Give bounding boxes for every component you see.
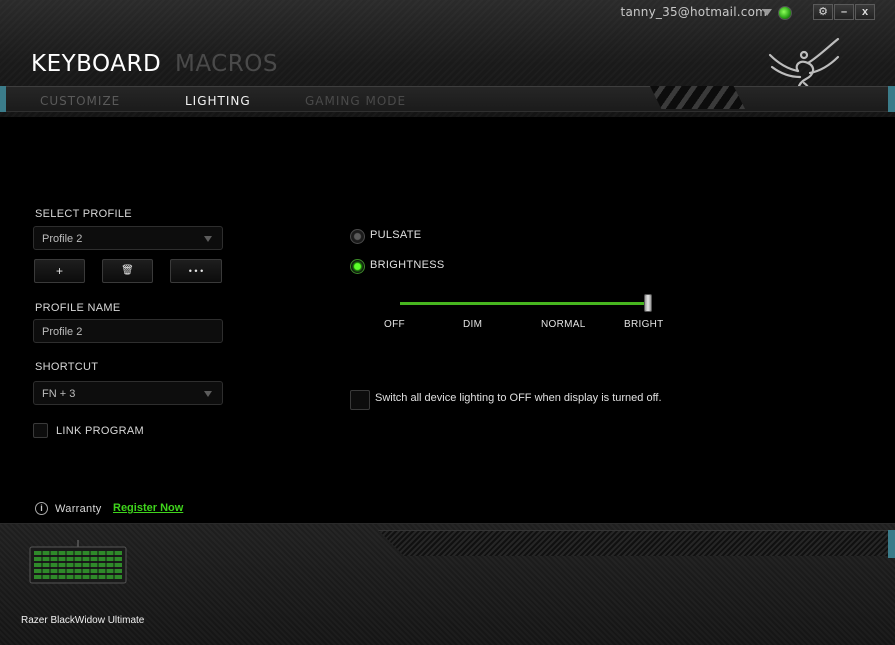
- info-icon: i: [35, 502, 48, 515]
- display-off-checkbox[interactable]: [350, 390, 370, 410]
- pulsate-label: PULSATE: [370, 229, 422, 241]
- profile-name-input[interactable]: Profile 2: [33, 319, 223, 343]
- minimize-button[interactable]: –: [834, 4, 854, 20]
- brightness-label: BRIGHTNESS: [370, 259, 445, 271]
- tick-off: OFF: [384, 319, 405, 330]
- profile-select[interactable]: Profile 2: [33, 226, 223, 250]
- device-name[interactable]: Razer BlackWidow Ultimate: [21, 615, 144, 626]
- more-icon: • • •: [188, 266, 204, 276]
- tab-gaming-mode[interactable]: GAMING MODE: [305, 94, 406, 108]
- link-program-checkbox[interactable]: [33, 423, 48, 438]
- chevron-down-icon: [204, 236, 212, 242]
- online-status-icon: [778, 6, 792, 20]
- decorative-stripes: [650, 86, 745, 109]
- brightness-radio[interactable]: [350, 259, 365, 274]
- warranty-label: Warranty: [55, 503, 102, 515]
- right-edge-accent: [888, 86, 895, 112]
- tick-bright: BRIGHT: [624, 319, 664, 330]
- shortcut-value: FN + 3: [42, 388, 76, 400]
- delete-profile-button[interactable]: 🗑: [102, 259, 153, 283]
- account-email[interactable]: tanny_35@hotmail.com: [621, 5, 767, 19]
- footer-decorative-band: [378, 530, 895, 556]
- keyboard-device-icon[interactable]: [28, 540, 128, 586]
- profile-select-value: Profile 2: [42, 233, 83, 245]
- shortcut-select[interactable]: FN + 3: [33, 381, 223, 405]
- profile-name-label: PROFILE NAME: [35, 302, 121, 314]
- tab-macros[interactable]: MACROS: [175, 51, 278, 77]
- link-program-label: LINK PROGRAM: [56, 425, 144, 437]
- tick-dim: DIM: [463, 319, 483, 330]
- settings-button[interactable]: ⚙: [813, 4, 833, 20]
- register-now-link[interactable]: Register Now: [113, 502, 183, 514]
- more-options-button[interactable]: • • •: [170, 259, 222, 283]
- select-profile-label: SELECT PROFILE: [35, 208, 132, 220]
- left-edge-accent: [0, 86, 6, 112]
- trash-icon: 🗑: [121, 265, 134, 276]
- pulsate-radio[interactable]: [350, 229, 365, 244]
- display-off-label: Switch all device lighting to OFF when d…: [375, 392, 662, 404]
- sub-navigation: [0, 86, 895, 112]
- shortcut-label: SHORTCUT: [35, 361, 99, 373]
- tab-customize[interactable]: CUSTOMIZE: [40, 94, 120, 108]
- add-profile-button[interactable]: +: [34, 259, 85, 283]
- chevron-down-icon: [204, 391, 212, 397]
- account-dropdown-icon[interactable]: [762, 9, 772, 16]
- tab-keyboard[interactable]: KEYBOARD: [31, 51, 161, 77]
- footer-edge-accent: [888, 530, 895, 558]
- brightness-slider-handle[interactable]: [644, 294, 652, 312]
- tick-normal: NORMAL: [541, 319, 586, 330]
- tab-lighting[interactable]: LIGHTING: [185, 94, 251, 108]
- close-button[interactable]: x: [855, 4, 875, 20]
- brightness-slider-track[interactable]: [400, 302, 648, 305]
